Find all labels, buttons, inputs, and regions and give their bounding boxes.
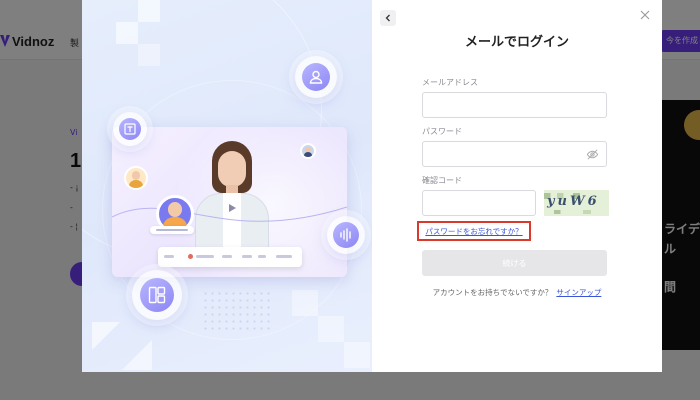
email-field[interactable]: [422, 92, 607, 118]
decor-triangle: [92, 322, 120, 350]
continue-button[interactable]: 続ける: [422, 250, 607, 276]
signup-prompt-text: アカウントをお持ちでないですか？: [432, 288, 553, 297]
signup-prompt: アカウントをお持ちでないですか？ サインアップ: [372, 287, 662, 298]
forgot-password-link[interactable]: パスワードをお忘れですか？: [425, 226, 522, 237]
modal-title: メールでログイン: [464, 35, 569, 50]
eye-slash-icon[interactable]: [586, 148, 599, 161]
decor-square: [318, 316, 344, 342]
layout-icon: [132, 270, 182, 320]
caption-chip: [150, 226, 194, 234]
captcha-label: 確認コード: [422, 176, 462, 185]
login-form-panel: メールでログイン メールアドレス パスワード 確認コード yuW6 パスワードを…: [372, 0, 662, 372]
illustration-panel: [82, 0, 372, 372]
avatar: [300, 143, 316, 159]
avatar: [124, 166, 148, 190]
chevron-left-icon: [385, 14, 390, 22]
close-button[interactable]: [638, 8, 652, 22]
editor-toolbar: [158, 247, 302, 267]
slides-icon: [113, 112, 147, 146]
forgot-password-highlight: パスワードをお忘れですか？: [417, 221, 531, 241]
captcha-field[interactable]: [422, 190, 536, 216]
back-button[interactable]: [380, 10, 396, 26]
decor-triangle: [122, 340, 152, 370]
captcha-text: yuW6: [547, 194, 600, 209]
decor-dots: [202, 290, 272, 330]
waveform-icon: [327, 216, 365, 254]
login-modal: メールでログイン メールアドレス パスワード 確認コード yuW6 パスワードを…: [82, 0, 662, 372]
signup-link[interactable]: サインアップ: [556, 288, 601, 297]
decor-curve: [112, 206, 347, 222]
decor-square: [344, 342, 370, 368]
captcha-image[interactable]: yuW6: [544, 190, 609, 216]
email-label: メールアドレス: [422, 78, 478, 87]
user-icon: [295, 56, 337, 98]
password-label: パスワード: [422, 127, 462, 136]
password-field[interactable]: [422, 141, 607, 167]
close-icon: [640, 10, 650, 20]
